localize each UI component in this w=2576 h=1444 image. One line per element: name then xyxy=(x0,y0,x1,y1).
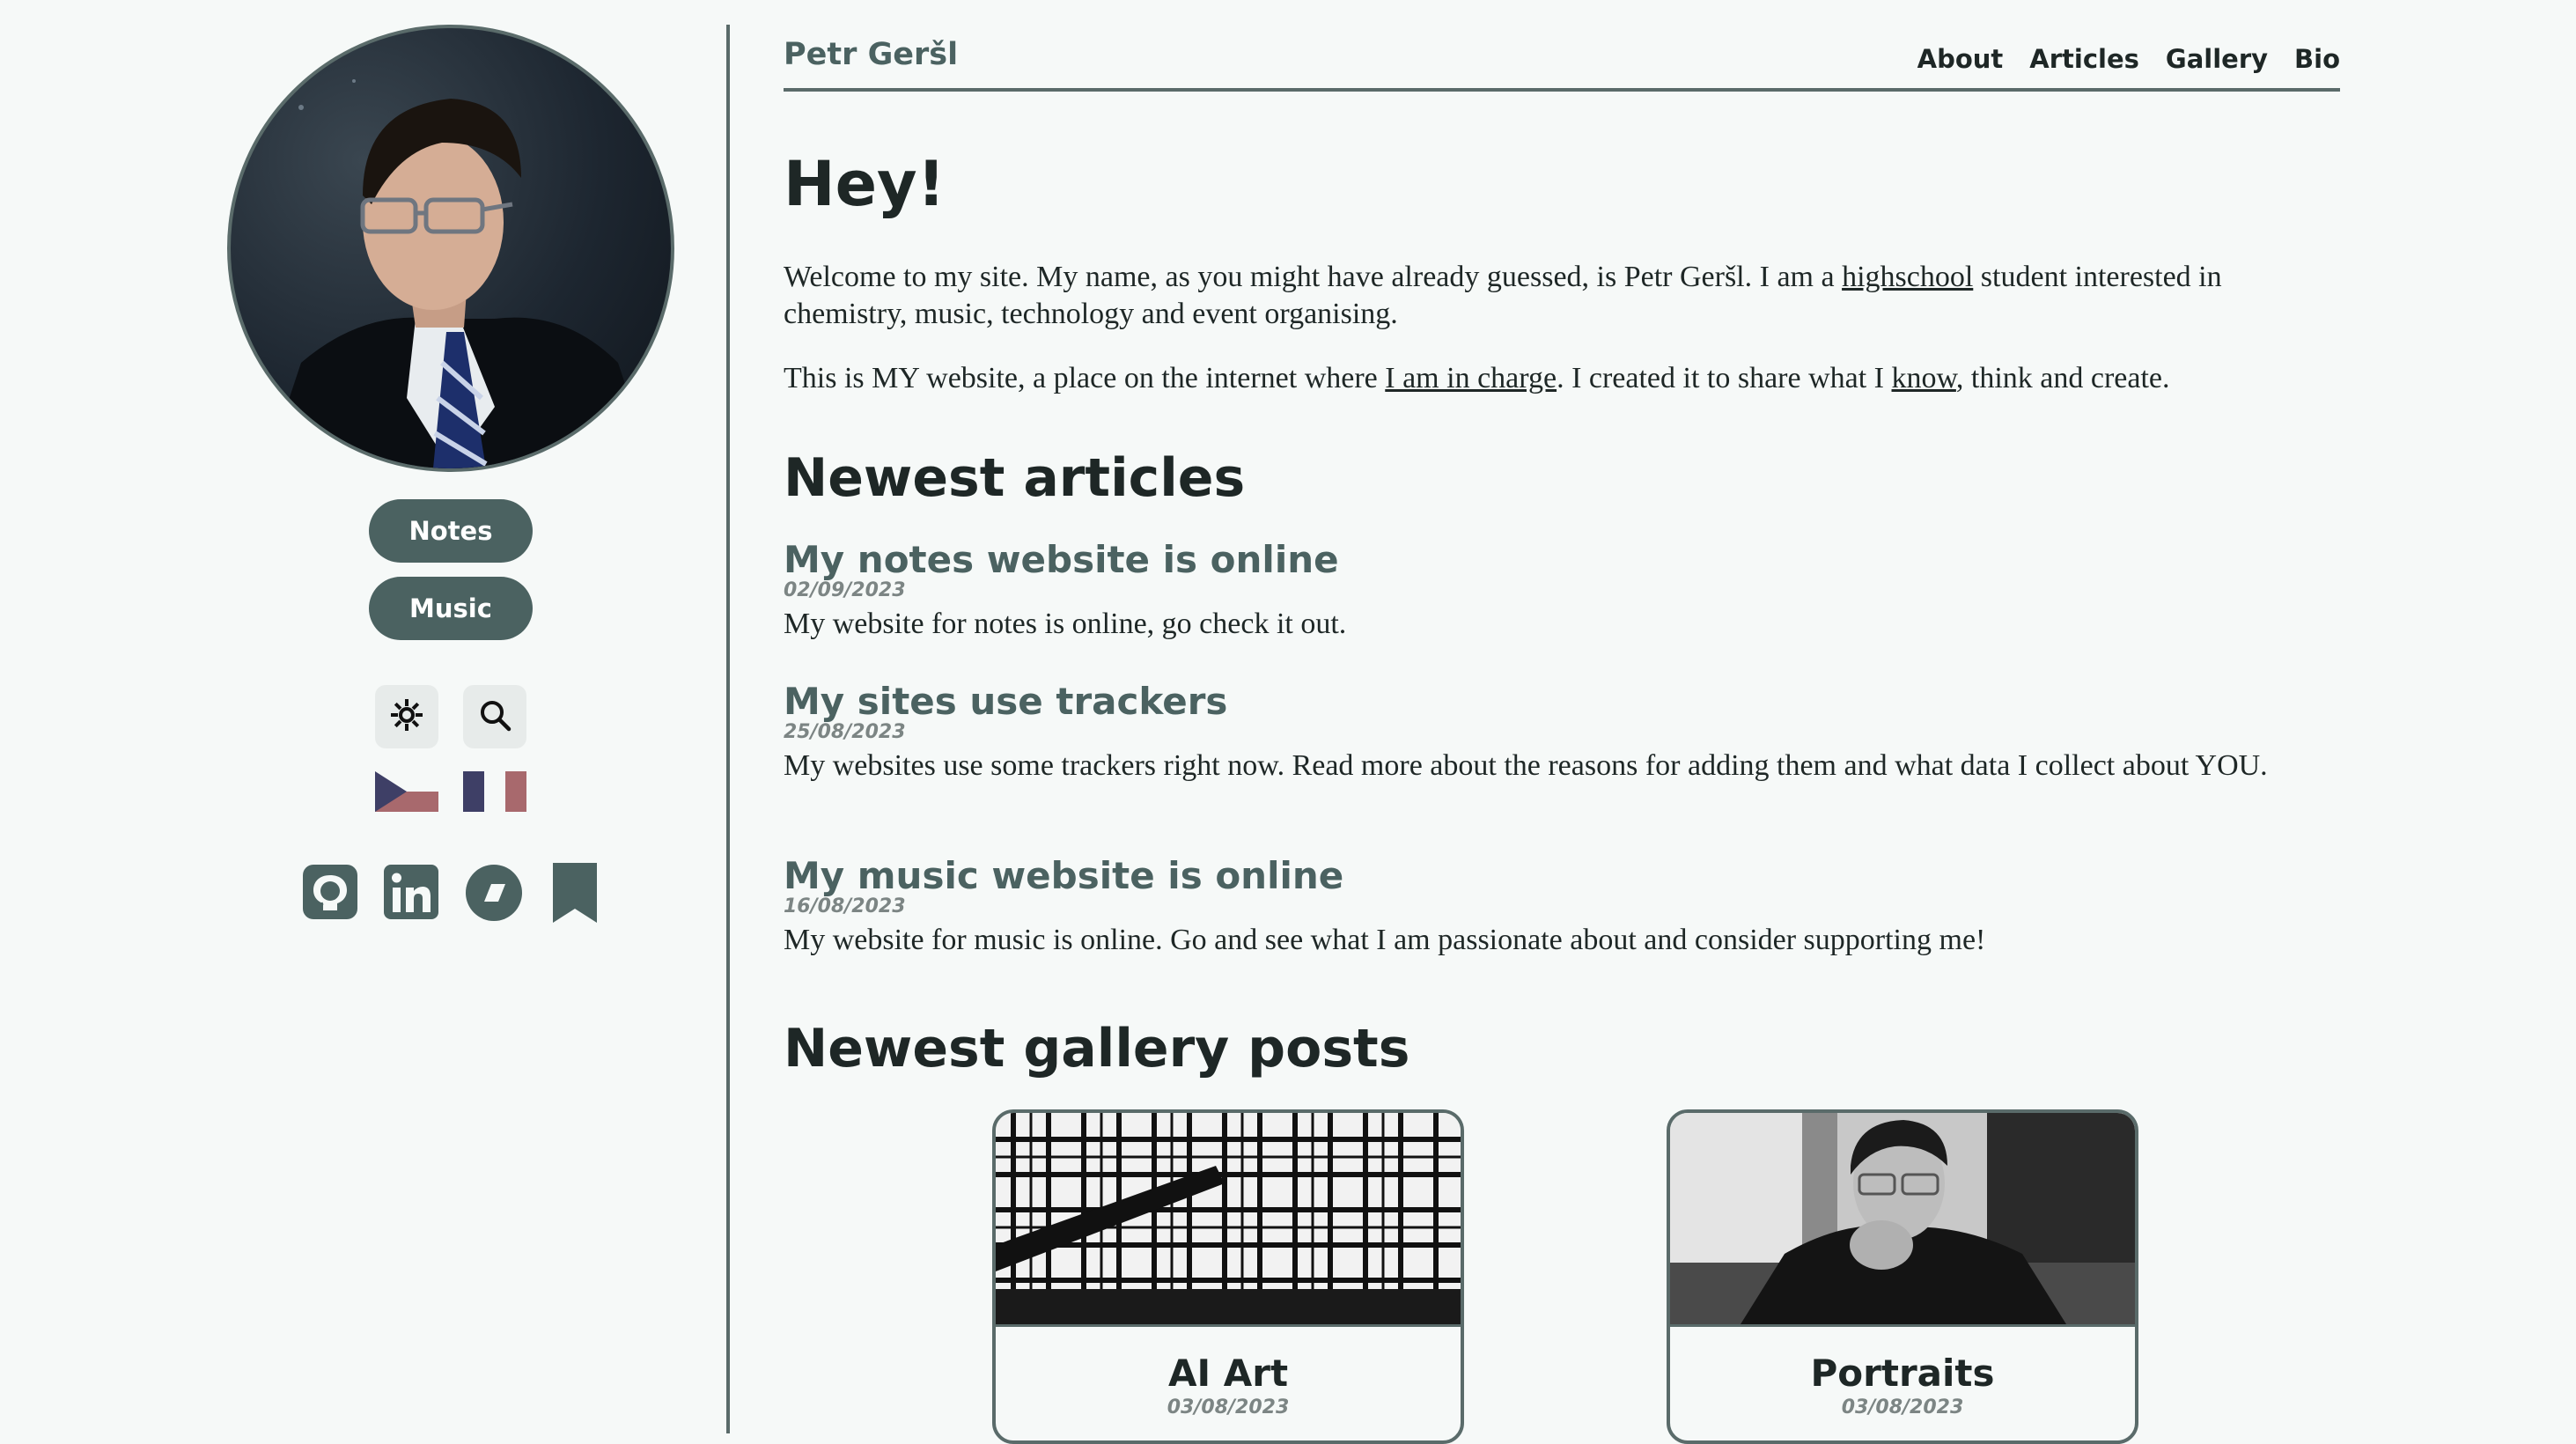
gallery-card-ai-art[interactable]: AI Art 03/08/2023 xyxy=(992,1109,1464,1444)
know-link[interactable]: know xyxy=(1892,362,1956,394)
top-navigation: Petr Geršl About Articles Gallery Bio xyxy=(784,26,2340,92)
bookmark-icon[interactable] xyxy=(546,859,604,925)
linkedin-icon[interactable] xyxy=(382,859,440,925)
article-title-link[interactable]: My sites use trackers xyxy=(784,679,2342,725)
newest-gallery-heading: Newest gallery posts xyxy=(784,1018,1410,1079)
page-title: Hey! xyxy=(784,148,946,220)
gallery-card-portraits[interactable]: Portraits 03/08/2023 xyxy=(1667,1109,2138,1444)
article-description: My website for notes is online, go check… xyxy=(784,608,1347,640)
about-paragraph: This is MY website, a place on the inter… xyxy=(784,360,2342,397)
article-description: My websites use some trackers right now.… xyxy=(784,749,2268,782)
notes-button[interactable]: Notes xyxy=(369,499,533,563)
nav-bio[interactable]: Bio xyxy=(2294,44,2340,74)
nav-gallery[interactable]: Gallery xyxy=(2166,44,2268,74)
sun-icon xyxy=(389,697,424,737)
about-text: . I created it to share what I xyxy=(1557,362,1892,394)
sidebar-divider xyxy=(726,25,730,1433)
main-content: Petr Geršl About Articles Gallery Bio He… xyxy=(784,0,2342,1444)
article-item: My notes website is online 02/09/2023 My… xyxy=(784,537,2342,640)
intro-text: Welcome to my site. My name, as you migh… xyxy=(784,261,1843,293)
article-title-link[interactable]: My notes website is online xyxy=(784,537,2342,583)
article-item: My music website is online 16/08/2023 My… xyxy=(784,853,2342,956)
theme-toggle-button[interactable] xyxy=(375,685,438,748)
intro-paragraph: Welcome to my site. My name, as you migh… xyxy=(784,259,2342,333)
article-description: My website for music is online. Go and s… xyxy=(784,924,1986,956)
avatar xyxy=(227,25,674,472)
article-item: My sites use trackers 25/08/2023 My webs… xyxy=(784,679,2342,782)
nav-menu: About Articles Gallery Bio xyxy=(1917,44,2340,74)
about-text: This is MY website, a place on the inter… xyxy=(784,362,1386,394)
about-text: , think and create. xyxy=(1955,362,2170,394)
nav-articles[interactable]: Articles xyxy=(2029,44,2139,74)
search-icon xyxy=(477,697,512,737)
in-charge-link[interactable]: I am in charge xyxy=(1385,362,1557,394)
gallery-thumbnail xyxy=(1670,1113,2135,1327)
gallery-thumbnail xyxy=(996,1113,1461,1327)
music-button[interactable]: Music xyxy=(369,577,533,640)
site-name-link[interactable]: Petr Geršl xyxy=(784,37,958,72)
newest-articles-heading: Newest articles xyxy=(784,447,1246,509)
gallery-card-date: 03/08/2023 xyxy=(1841,1396,1964,1418)
github-icon[interactable] xyxy=(301,859,359,925)
highschool-link[interactable]: highschool xyxy=(1842,261,1973,293)
gallery-card-date: 03/08/2023 xyxy=(1167,1396,1290,1418)
czech-flag-icon[interactable] xyxy=(375,771,438,812)
article-title-link[interactable]: My music website is online xyxy=(784,853,2342,899)
gallery-card-title: AI Art xyxy=(1167,1352,1289,1395)
search-button[interactable] xyxy=(463,685,526,748)
blog-icon[interactable] xyxy=(465,859,523,925)
french-flag-icon[interactable] xyxy=(463,771,526,812)
sidebar: Notes Music xyxy=(0,0,727,1433)
nav-about[interactable]: About xyxy=(1917,44,2004,74)
gallery-card-title: Portraits xyxy=(1810,1352,1995,1395)
